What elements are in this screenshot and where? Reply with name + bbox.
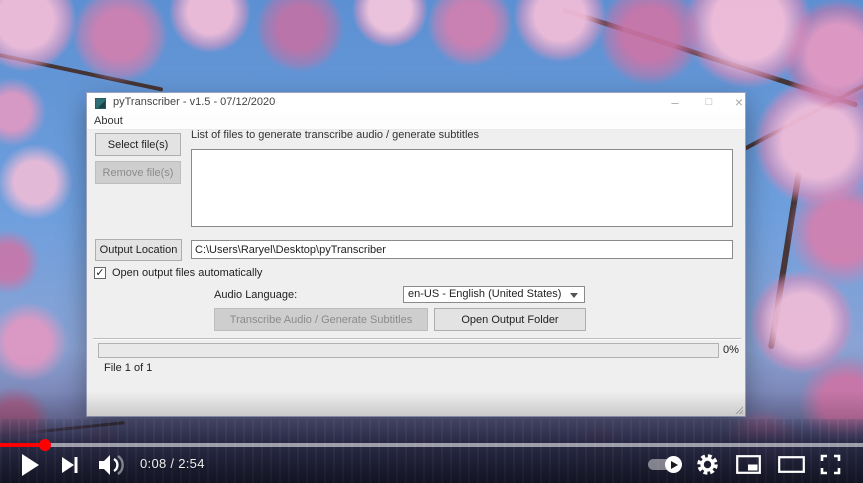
fullscreen-icon <box>820 454 841 475</box>
file-list-label: List of files to generate transcribe aud… <box>191 129 479 141</box>
progress-percent-label: 0% <box>723 344 739 356</box>
miniplayer-icon <box>736 455 761 474</box>
next-icon <box>61 455 79 475</box>
close-button-icon[interactable]: × <box>725 93 753 113</box>
separator-line <box>93 338 741 340</box>
progress-bar <box>98 343 719 358</box>
play-button[interactable] <box>20 453 40 477</box>
next-button[interactable] <box>61 455 79 475</box>
autoplay-play-icon <box>665 456 682 473</box>
minimize-button-icon[interactable]: – <box>661 93 689 113</box>
pytranscriber-window: pyTranscriber - v1.5 - 07/12/2020 – □ × … <box>86 92 746 417</box>
check-icon: ✓ <box>95 267 104 279</box>
audio-language-value: en-US - English (United States) <box>408 288 561 300</box>
player-controls: 0:08 / 2:54 <box>0 447 863 483</box>
chevron-down-icon <box>570 293 578 298</box>
autoplay-toggle[interactable] <box>648 459 680 470</box>
app-icon <box>95 98 106 109</box>
window-title: pyTranscriber - v1.5 - 07/12/2020 <box>113 96 275 108</box>
fullscreen-button[interactable] <box>820 454 841 475</box>
file-counter-label: File 1 of 1 <box>104 362 152 374</box>
volume-button[interactable] <box>98 455 125 475</box>
remove-files-button[interactable]: Remove file(s) <box>95 161 181 184</box>
audio-language-dropdown[interactable]: en-US - English (United States) <box>403 286 585 303</box>
output-location-button[interactable]: Output Location <box>95 239 182 261</box>
theater-mode-button[interactable] <box>778 456 805 473</box>
select-files-button[interactable]: Select file(s) <box>95 133 181 156</box>
theater-icon <box>778 456 805 473</box>
open-output-checkbox-label: Open output files automatically <box>112 267 262 279</box>
audio-language-label: Audio Language: <box>214 289 297 301</box>
play-icon <box>20 453 40 477</box>
menu-about[interactable]: About <box>94 115 123 127</box>
open-output-checkbox-row[interactable]: ✓ Open output files automatically <box>94 267 262 281</box>
output-path-field[interactable] <box>191 240 733 259</box>
checkbox-checked[interactable]: ✓ <box>94 267 106 279</box>
file-list-box[interactable] <box>191 149 733 227</box>
miniplayer-button[interactable] <box>736 455 761 474</box>
settings-button[interactable] <box>696 453 719 476</box>
youtube-video-player: pyTranscriber - v1.5 - 07/12/2020 – □ × … <box>0 0 863 483</box>
volume-icon <box>98 455 125 475</box>
maximize-button-icon[interactable]: □ <box>695 93 723 113</box>
window-titlebar[interactable]: pyTranscriber - v1.5 - 07/12/2020 – □ × <box>87 93 745 113</box>
gear-icon <box>696 453 719 476</box>
transcribe-button[interactable]: Transcribe Audio / Generate Subtitles <box>214 308 428 331</box>
time-display: 0:08 / 2:54 <box>140 456 205 471</box>
menu-bar: About <box>87 113 745 130</box>
open-output-folder-button[interactable]: Open Output Folder <box>434 308 586 331</box>
